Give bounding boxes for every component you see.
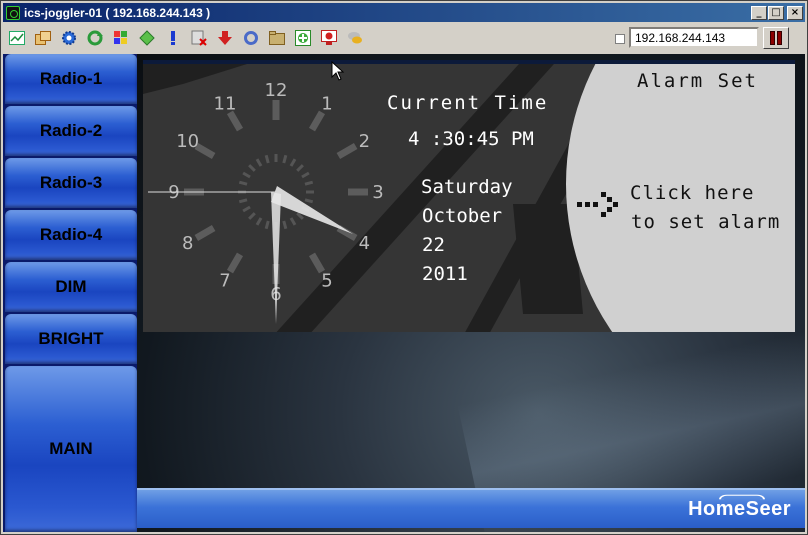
- alarm-line-2: to set alarm: [631, 211, 781, 233]
- day-of-month: 22: [422, 234, 445, 256]
- arrow-icon: [577, 192, 618, 217]
- weekday: Saturday: [421, 176, 513, 198]
- client-area: Radio-1 Radio-2 Radio-3 Radio-4 DIM BRIG…: [3, 54, 805, 532]
- dial-tick-inner: [282, 154, 288, 164]
- dial-numeral: 7: [219, 270, 230, 291]
- ring-icon[interactable]: [241, 28, 261, 48]
- current-time-label: Current Time: [387, 92, 549, 114]
- windows-icon[interactable]: [33, 28, 53, 48]
- toolbar: 192.168.244.143: [3, 24, 805, 52]
- digital-time: 4 :30:45 PM: [408, 128, 534, 150]
- dial-numeral: 8: [182, 233, 193, 254]
- dial-numeral: 5: [321, 270, 332, 291]
- radio-4-button[interactable]: Radio-4: [5, 210, 137, 260]
- dial-tick: [308, 252, 326, 274]
- dial-numeral: 3: [372, 182, 383, 203]
- radio-3-button[interactable]: Radio-3: [5, 158, 137, 208]
- radio-2-button[interactable]: Radio-2: [5, 106, 137, 156]
- app-icon: [6, 5, 20, 20]
- stop-button[interactable]: [763, 27, 789, 49]
- gem-icon[interactable]: [137, 28, 157, 48]
- dial-numeral: 2: [359, 131, 370, 152]
- sidebar: Radio-1 Radio-2 Radio-3 Radio-4 DIM BRIG…: [3, 54, 137, 532]
- dial-tick: [336, 224, 358, 242]
- app-window: ics-joggler-01 ( 192.168.244.143 ) _ □ ×…: [0, 0, 808, 535]
- dial-tick-inner: [301, 171, 310, 179]
- dial-tick-inner: [282, 220, 288, 230]
- gear-icon[interactable]: [59, 28, 79, 48]
- dial-tick: [308, 110, 326, 132]
- dial-tick-inner: [248, 164, 256, 172]
- dial-numeral: 4: [359, 233, 370, 254]
- year: 2011: [422, 263, 468, 285]
- host-checkbox[interactable]: [615, 34, 625, 44]
- maximize-button[interactable]: □: [768, 5, 784, 20]
- pause-bar-icon: [777, 31, 782, 45]
- dial-tick-inner: [242, 205, 251, 213]
- dial-tick-inner: [242, 171, 251, 179]
- host-address-field[interactable]: 192.168.244.143: [629, 27, 759, 48]
- mouse-cursor-icon: [331, 61, 345, 81]
- dial-tick: [194, 224, 216, 242]
- dial-tick-inner: [248, 212, 256, 220]
- dial-tick-inner: [296, 164, 304, 172]
- monitor-icon[interactable]: [319, 28, 339, 48]
- footer-bar: HomeSeer: [137, 488, 805, 528]
- minimize-button[interactable]: _: [751, 5, 767, 20]
- dial-tick-inner: [255, 217, 263, 226]
- dial-tick-inner: [238, 180, 248, 186]
- dial-tick-inner: [304, 180, 314, 186]
- alarm-title: Alarm Set: [637, 70, 758, 92]
- disconnect-icon[interactable]: [189, 28, 209, 48]
- dial-tick: [336, 142, 358, 160]
- refresh-icon[interactable]: [85, 28, 105, 48]
- add-icon[interactable]: [293, 28, 313, 48]
- pause-bar-icon: [770, 31, 775, 45]
- dial-numeral: 1: [321, 94, 332, 115]
- chart-icon[interactable]: [7, 28, 27, 48]
- alert-icon[interactable]: [163, 28, 183, 48]
- dial-tick-inner: [264, 220, 270, 230]
- month: October: [422, 205, 503, 227]
- main-button[interactable]: MAIN: [5, 366, 137, 532]
- title-bar[interactable]: ics-joggler-01 ( 192.168.244.143 ) _ □ ×: [3, 3, 805, 22]
- dial-numeral: 10: [176, 131, 199, 152]
- chat-icon[interactable]: [345, 28, 365, 48]
- download-icon[interactable]: [215, 28, 235, 48]
- window-title: ics-joggler-01 ( 192.168.244.143 ): [24, 5, 211, 20]
- dim-button[interactable]: DIM: [5, 262, 137, 312]
- dial-numeral: 11: [214, 94, 237, 115]
- dial-tick-inner: [255, 158, 263, 167]
- clock-panel[interactable]: 121234567891011 Current Time 4 :30:45 PM…: [143, 60, 795, 332]
- dial-numeral: 12: [265, 80, 288, 101]
- dial-tick-inner: [289, 158, 297, 167]
- dial-tick: [226, 110, 244, 132]
- dial-tick-inner: [304, 198, 314, 204]
- dial-tick-inner: [264, 154, 270, 164]
- homeseer-logo: HomeSeer: [688, 498, 791, 520]
- folder-icon[interactable]: [267, 28, 287, 48]
- bright-button[interactable]: BRIGHT: [5, 314, 137, 364]
- dial-tick: [226, 252, 244, 274]
- radio-1-button[interactable]: Radio-1: [5, 54, 137, 104]
- dial-tick-inner: [289, 217, 297, 226]
- close-button[interactable]: ×: [787, 5, 803, 20]
- alarm-line-1: Click here: [630, 182, 755, 204]
- dial-tick-inner: [238, 198, 248, 204]
- flag-icon[interactable]: [111, 28, 131, 48]
